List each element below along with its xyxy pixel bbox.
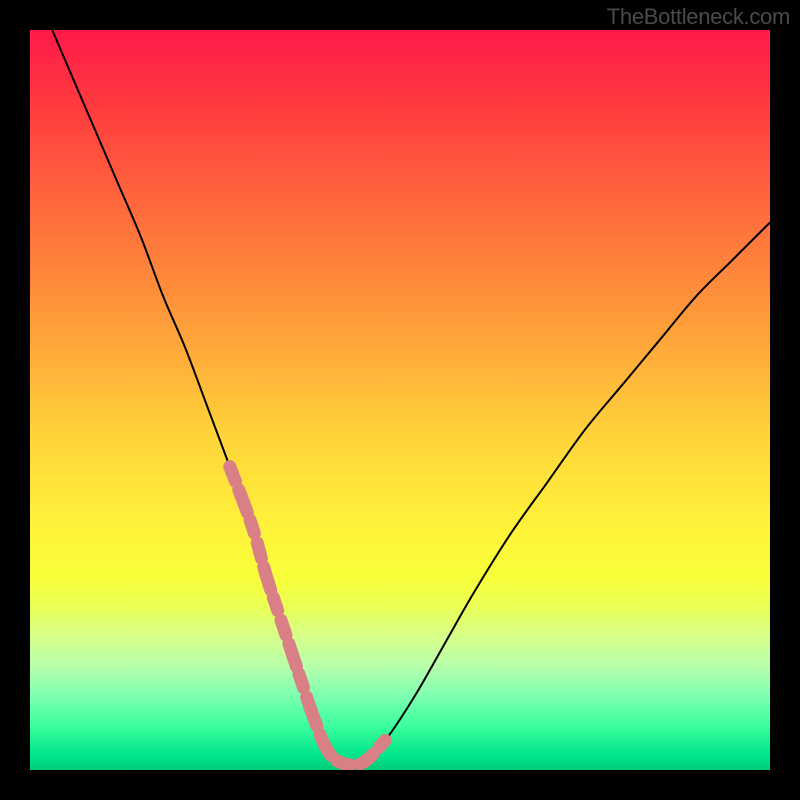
curve-line	[52, 30, 770, 765]
highlight-segment-1	[311, 711, 385, 765]
watermark-text: TheBottleneck.com	[607, 4, 790, 30]
highlight-segment-0	[230, 467, 311, 711]
bottleneck-curve-svg	[30, 30, 770, 770]
chart-frame: TheBottleneck.com	[0, 0, 800, 800]
plot-area	[30, 30, 770, 770]
